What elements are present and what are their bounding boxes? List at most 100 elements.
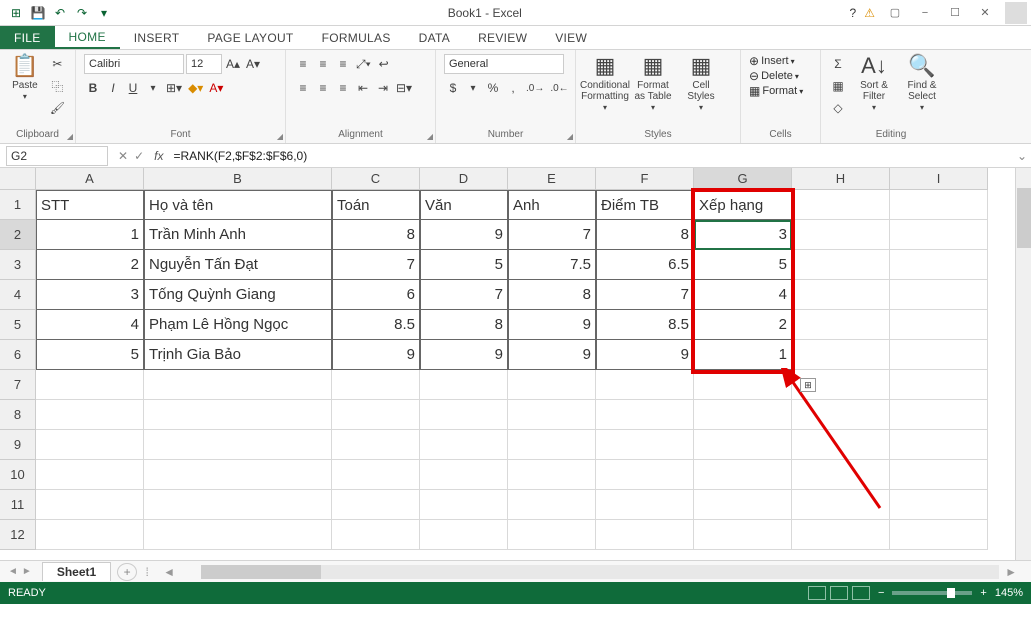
cell-empty[interactable] (508, 370, 596, 400)
number-format-select[interactable]: General (444, 54, 564, 74)
cell-empty[interactable] (144, 370, 332, 400)
dialog-launcher-icon[interactable]: ◢ (427, 132, 433, 141)
dialog-launcher-icon[interactable]: ◢ (277, 132, 283, 141)
cell-toan[interactable]: 7 (332, 250, 420, 280)
cut-icon[interactable]: ✂ (48, 54, 67, 74)
clear-icon[interactable]: ◇ (829, 98, 847, 118)
font-size-select[interactable]: 12 (186, 54, 222, 74)
cell-empty[interactable] (332, 400, 420, 430)
name-box[interactable]: G2 (6, 146, 108, 166)
tab-insert[interactable]: INSERT (120, 26, 194, 49)
cell-diemtb[interactable]: 8.5 (596, 310, 694, 340)
cell-empty[interactable] (420, 370, 508, 400)
cell-anh[interactable]: 7 (508, 220, 596, 250)
format-cells-button[interactable]: ▦Format▾ (749, 84, 803, 98)
sheet-nav-next-icon[interactable]: ► (22, 566, 32, 577)
cell-empty[interactable] (596, 490, 694, 520)
horizontal-scrollbar[interactable] (201, 565, 999, 579)
cell-van[interactable]: 5 (420, 250, 508, 280)
cell-empty[interactable] (792, 280, 890, 310)
cancel-formula-icon[interactable]: ✕ (118, 149, 128, 163)
cell-rank[interactable]: 2 (694, 310, 792, 340)
cell-empty[interactable] (792, 490, 890, 520)
cell-stt[interactable]: 1 (36, 220, 144, 250)
expand-formula-icon[interactable]: ⌄ (1013, 149, 1031, 163)
align-top-icon[interactable]: ≡ (294, 54, 312, 74)
find-select-button[interactable]: 🔍Find & Select▾ (901, 54, 943, 113)
cell-empty[interactable] (792, 220, 890, 250)
cell-empty[interactable] (144, 430, 332, 460)
decrease-indent-icon[interactable]: ⇤ (354, 78, 372, 98)
cell-van[interactable]: 8 (420, 310, 508, 340)
tab-pagelayout[interactable]: PAGE LAYOUT (193, 26, 307, 49)
increase-indent-icon[interactable]: ⇥ (374, 78, 392, 98)
font-color-icon[interactable]: A▾ (207, 78, 225, 98)
zoom-slider[interactable] (892, 591, 972, 595)
cell-empty[interactable] (596, 520, 694, 550)
cell-empty[interactable] (144, 490, 332, 520)
cell-rank[interactable]: 1 (694, 340, 792, 370)
chevron-down-icon[interactable]: ▾ (144, 78, 162, 98)
worksheet-grid[interactable]: ABCDEFGHI 123456789101112 STTHọ và tênTo… (0, 168, 1031, 560)
cell-empty[interactable] (144, 460, 332, 490)
tab-review[interactable]: REVIEW (464, 26, 541, 49)
cell-empty[interactable] (890, 400, 988, 430)
cell-empty[interactable] (694, 400, 792, 430)
cell-header-toan[interactable]: Toán (332, 190, 420, 220)
sheet-tab-scroll-icon[interactable]: ⁞ (137, 565, 157, 579)
sort-filter-button[interactable]: A↓Sort & Filter▾ (853, 54, 895, 113)
font-name-select[interactable]: Calibri (84, 54, 184, 74)
cell-header-anh[interactable]: Anh (508, 190, 596, 220)
column-header-E[interactable]: E (508, 168, 596, 190)
cell-empty[interactable] (36, 520, 144, 550)
cell-diemtb[interactable]: 6.5 (596, 250, 694, 280)
underline-button[interactable]: U (124, 78, 142, 98)
formula-input[interactable]: =RANK(F2,$F$2:$F$6,0) (169, 149, 1013, 163)
row-header-11[interactable]: 11 (0, 490, 36, 520)
cell-diemtb[interactable]: 9 (596, 340, 694, 370)
close-button[interactable]: ✕ (971, 3, 999, 23)
cell-empty[interactable] (36, 370, 144, 400)
merge-icon[interactable]: ⊟▾ (394, 78, 414, 98)
cell-name[interactable]: Phạm Lê Hồng Ngọc (144, 310, 332, 340)
cell-empty[interactable] (508, 460, 596, 490)
cell-empty[interactable] (890, 310, 988, 340)
column-header-G[interactable]: G (694, 168, 792, 190)
undo-icon[interactable]: ↶ (52, 5, 68, 21)
cell-empty[interactable] (694, 490, 792, 520)
insert-cells-button[interactable]: ⊕Insert▾ (749, 54, 795, 68)
cell-name[interactable]: Nguyễn Tấn Đạt (144, 250, 332, 280)
cell-empty[interactable] (792, 340, 890, 370)
cell-empty[interactable] (890, 370, 988, 400)
cell-empty[interactable] (890, 340, 988, 370)
page-break-view-icon[interactable] (852, 586, 870, 600)
column-header-B[interactable]: B (144, 168, 332, 190)
column-header-C[interactable]: C (332, 168, 420, 190)
cell-empty[interactable] (792, 460, 890, 490)
cell-empty[interactable] (596, 460, 694, 490)
row-header-3[interactable]: 3 (0, 250, 36, 280)
cell-name[interactable]: Tống Quỳnh Giang (144, 280, 332, 310)
row-header-5[interactable]: 5 (0, 310, 36, 340)
cell-toan[interactable]: 9 (332, 340, 420, 370)
cell-header-stt[interactable]: STT (36, 190, 144, 220)
cell-empty[interactable] (420, 430, 508, 460)
cell-empty[interactable] (890, 490, 988, 520)
conditional-formatting-button[interactable]: ▦Conditional Formatting▾ (584, 54, 626, 113)
cell-toan[interactable]: 8.5 (332, 310, 420, 340)
wrap-text-icon[interactable]: ↩ (375, 54, 393, 74)
cell-empty[interactable] (596, 370, 694, 400)
copy-icon[interactable]: ⿻ (48, 76, 67, 96)
cell-empty[interactable] (36, 490, 144, 520)
cell-empty[interactable] (420, 490, 508, 520)
help-icon[interactable]: ? (850, 6, 857, 20)
row-header-8[interactable]: 8 (0, 400, 36, 430)
delete-cells-button[interactable]: ⊖Delete▾ (749, 69, 799, 83)
chevron-down-icon[interactable]: ▾ (464, 78, 482, 98)
align-left-icon[interactable]: ≡ (294, 78, 312, 98)
dialog-launcher-icon[interactable]: ◢ (567, 132, 573, 141)
align-center-icon[interactable]: ≡ (314, 78, 332, 98)
row-header-6[interactable]: 6 (0, 340, 36, 370)
cell-van[interactable]: 9 (420, 340, 508, 370)
normal-view-icon[interactable] (808, 586, 826, 600)
